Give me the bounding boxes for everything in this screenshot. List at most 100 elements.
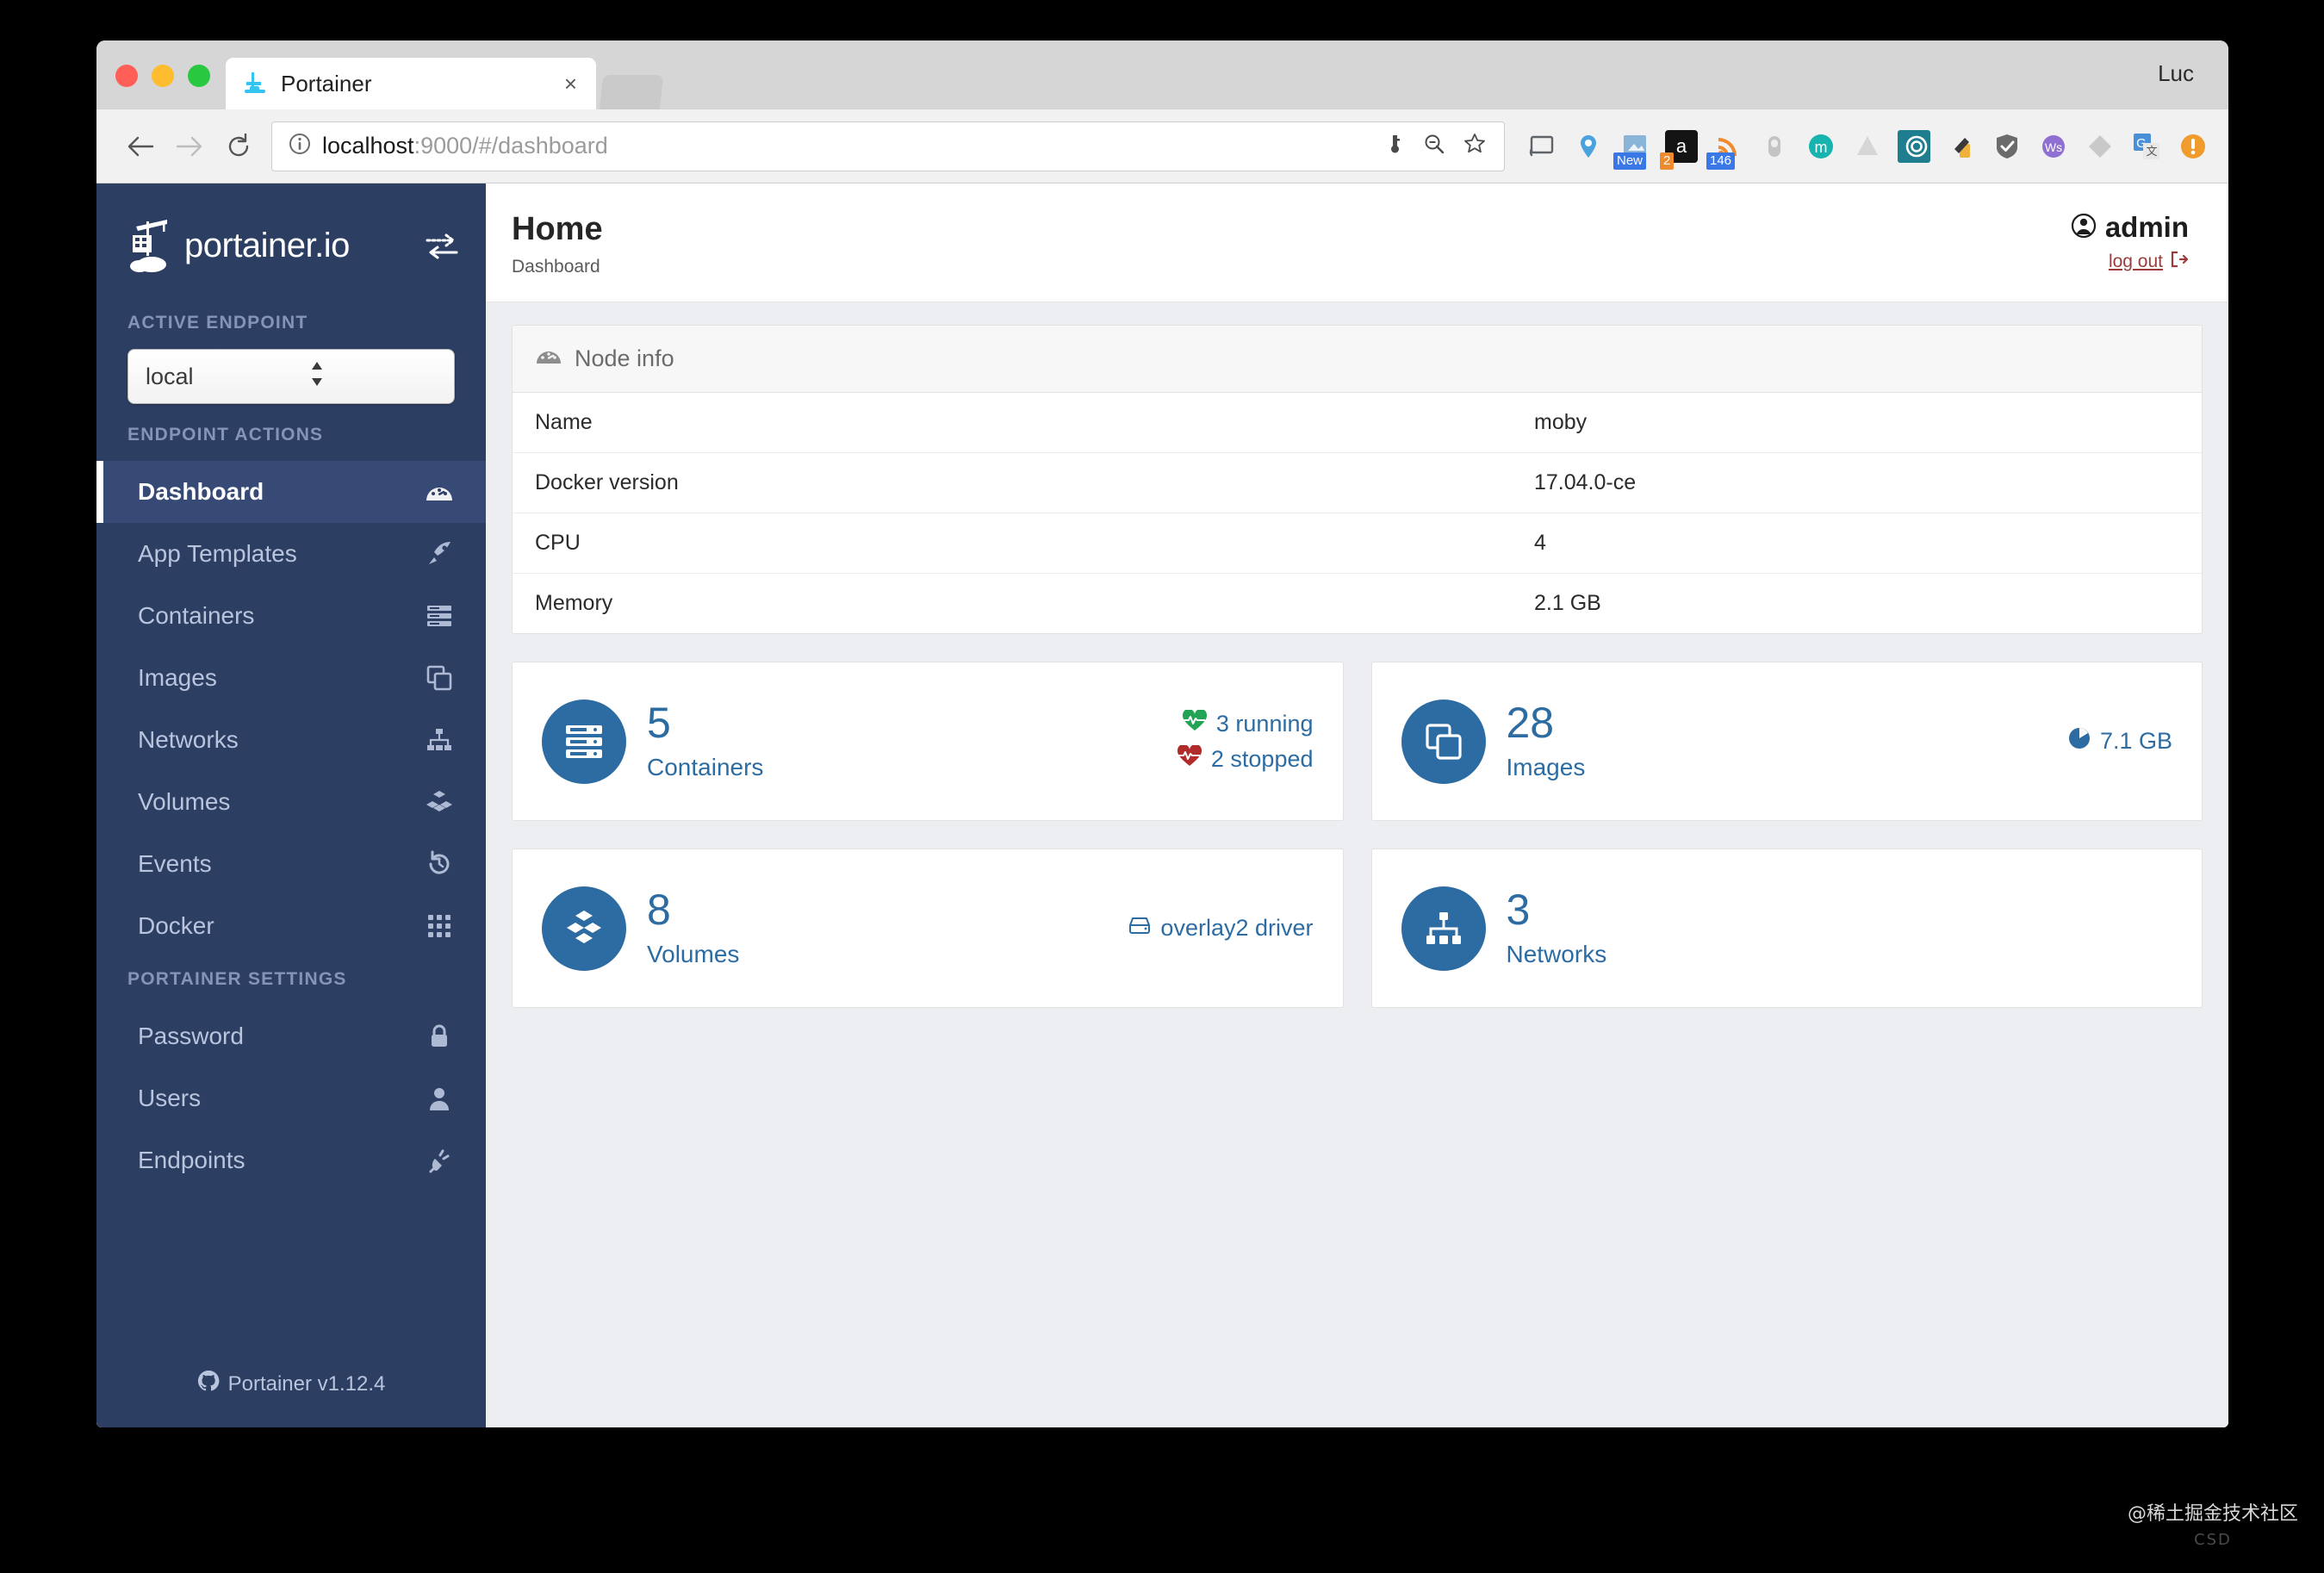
volumes-driver-stat: overlay2 driver [1128,915,1314,942]
volumes-card[interactable]: 8 Volumes overlay2 driver [512,849,1344,1008]
browser-profile-name[interactable]: Luc [2158,60,2194,87]
window-traffic-lights [96,65,226,109]
reload-icon[interactable] [214,121,263,171]
watermark: @稀土掘金技术社区 CSD [2128,1498,2298,1549]
sidebar-version-label: Portainer v1.12.4 [227,1371,386,1396]
sidebar-item-app-templates[interactable]: App Templates [96,523,486,585]
sidebar-item-endpoints[interactable]: Endpoints [96,1129,486,1191]
node-info-header: Node info [513,326,2202,393]
sidebar-item-volumes[interactable]: Volumes [96,771,486,833]
ws-badge-icon[interactable]: Ws [2037,130,2070,163]
cast-icon[interactable] [1526,130,1558,163]
minimize-window-button[interactable] [152,65,174,87]
mega-icon[interactable]: m [1805,130,1837,163]
key-icon[interactable] [1383,133,1406,159]
containers-running-label: 3 running [1215,710,1314,737]
svg-text:文: 文 [2146,145,2157,158]
logout-link[interactable]: log out [2071,251,2189,273]
sidebar-item-docker[interactable]: Docker [96,895,486,957]
location-pin-icon[interactable] [1572,130,1605,163]
cubes-icon [422,787,457,817]
forward-icon[interactable] [165,121,214,171]
zoom-out-icon[interactable] [1423,133,1445,159]
back-icon[interactable] [115,121,165,171]
svg-text:a: a [1676,135,1687,157]
endpoint-switch-icon[interactable] [424,230,460,261]
google-translate-icon[interactable]: G文 [2130,130,2163,163]
copy-icon [422,663,457,693]
sitemap-icon [422,725,457,755]
url-path: :9000/#/dashboard [413,133,608,159]
address-bar[interactable]: localhost:9000/#/dashboard [271,121,1505,171]
page-header: Home Dashboard admin log out [486,183,2228,302]
volumes-label: Volumes [647,941,740,967]
diamond-icon[interactable] [2084,130,2116,163]
page-info-icon[interactable] [288,132,312,160]
current-user-name: admin [2104,211,2189,243]
table-row: Docker version 17.04.0-ce [513,452,2202,513]
browser-toolbar: localhost:9000/#/dashboard New a 2 146 m… [96,109,2228,183]
node-info-value: 2.1 GB [1534,591,1601,615]
new-tab-button[interactable] [599,75,664,109]
containers-stopped-label: 2 stopped [1210,745,1314,772]
watermark-sub: CSD [2194,1531,2232,1549]
sidebar-footer[interactable]: Portainer v1.12.4 [96,1370,486,1427]
sidebar-item-dashboard[interactable]: Dashboard [96,461,486,523]
extension-badge: 146 [1706,152,1736,170]
node-info-title: Node info [575,345,674,371]
sidebar-item-images[interactable]: Images [96,647,486,709]
networks-label: Networks [1506,941,1607,967]
heartbeat-icon [1182,708,1208,738]
images-size-label: 7.1 GB [2099,728,2172,754]
rss-feed-icon[interactable]: 146 [1706,130,1744,170]
endpoint-select[interactable]: local [127,349,455,404]
extension-badge: New [1613,152,1647,170]
page-title: Home [512,211,603,247]
sidebar-item-label: Password [138,1023,244,1049]
user-icon [422,1084,457,1113]
close-tab-button[interactable]: × [557,71,584,97]
svg-text:Ws: Ws [2045,140,2062,154]
containers-card[interactable]: 5 Containers 3 running 2 stopped [512,662,1344,821]
sidebar-item-containers[interactable]: Containers [96,585,486,647]
containers-stopped-stat: 2 stopped [1177,743,1314,774]
sidebar-item-events[interactable]: Events [96,833,486,895]
drive-icon[interactable] [1851,130,1884,163]
networks-card[interactable]: 3 Networks [1370,849,2203,1008]
portainer-settings-label: PORTAINER SETTINGS [127,969,347,989]
browser-tab[interactable]: Portainer × [226,58,596,109]
cubes-icon [542,886,626,971]
copy-icon [1401,699,1486,784]
endpoint-select-value: local [146,363,194,389]
stepper-arrows-icon [308,357,440,397]
sidebar-item-networks[interactable]: Networks [96,709,486,771]
maximize-window-button[interactable] [188,65,210,87]
gauge-icon [535,345,562,373]
sidebar-endpoint-actions: Dashboard App Templates Containers Image… [96,461,486,957]
containers-count: 5 [647,699,671,747]
node-info-value: 4 [1512,513,2202,574]
eyedropper-icon[interactable] [1944,130,1977,163]
rocket-icon [422,539,457,569]
bookmark-star-icon[interactable] [1463,132,1487,160]
shield-check-icon[interactable] [1991,130,2023,163]
close-window-button[interactable] [115,65,138,87]
pill-icon[interactable] [1758,130,1791,163]
brand-name: portainer.io [184,226,350,264]
sidebar-item-label: Endpoints [138,1147,245,1173]
endpoint-actions-label: ENDPOINT ACTIONS [127,425,324,445]
sidebar-settings: Password Users Endpoints [96,1005,486,1191]
sidebar-item-password[interactable]: Password [96,1005,486,1067]
containers-label: Containers [647,754,764,780]
bittorrent-icon[interactable] [1898,129,1930,163]
volumes-driver-label: overlay2 driver [1160,915,1314,941]
docker-whale-icon [243,71,267,96]
amazon-icon[interactable]: a 2 [1660,129,1698,170]
sidebar-item-users[interactable]: Users [96,1067,486,1129]
page-subtitle: Dashboard [512,257,600,277]
alert-icon[interactable] [2177,130,2209,163]
images-card[interactable]: 28 Images 7.1 GB [1370,662,2203,821]
dashboard-cards: 5 Containers 3 running 2 stopped 28 Imag… [512,662,2203,1008]
screenshot-icon[interactable]: New [1613,130,1651,170]
node-info-value: 17.04.0-ce [1512,452,2202,513]
